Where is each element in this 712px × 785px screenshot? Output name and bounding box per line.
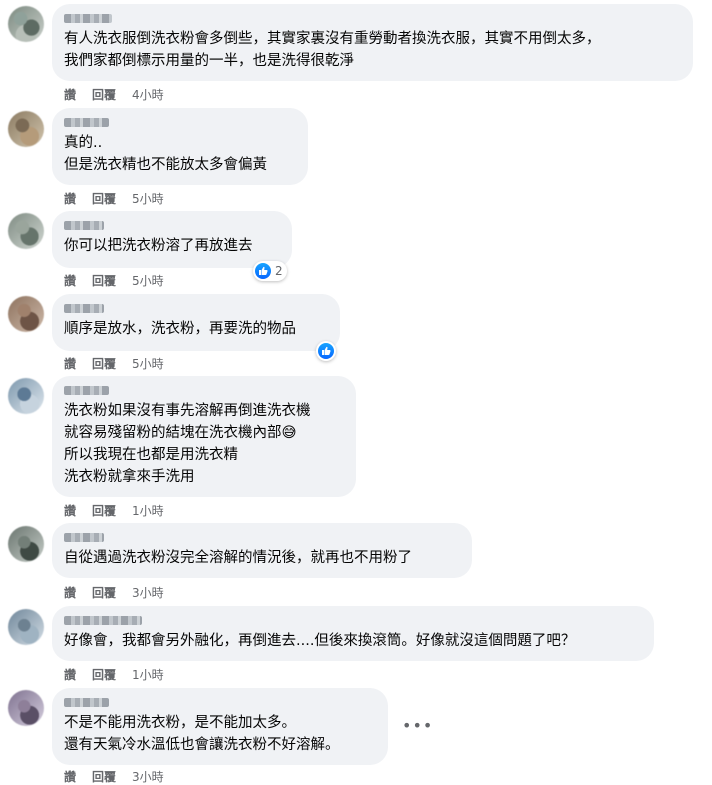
avatar[interactable] [8,296,44,332]
reply-button[interactable]: 回覆 [92,584,116,601]
comment-actions: 讚 回覆 1小時 [64,666,164,683]
timestamp[interactable]: 3小時 [132,768,164,785]
like-button[interactable]: 讚 [64,666,76,683]
comment-bubble: 順序是放水，洗衣粉，再要洗的物品 [52,294,340,351]
more-options-icon[interactable]: ••• [402,716,433,735]
avatar[interactable] [8,111,44,147]
timestamp[interactable]: 5小時 [132,272,164,289]
comment-actions: 讚 回覆 3小時 [64,584,164,601]
comment-text: 有人洗衣服倒洗衣粉會多倒些，其實家裏沒有重勞動者換洗衣服，其實不用倒太多， 我們… [64,31,601,69]
commenter-name-blurred[interactable] [64,698,109,707]
comment-text: 真的.. 但是洗衣精也不能放太多會偏黃 [64,135,267,173]
reaction-summary[interactable] [316,341,336,361]
reply-button[interactable]: 回覆 [92,190,116,207]
timestamp[interactable]: 1小時 [132,666,164,683]
comment-text: 自從遇過洗衣粉沒完全溶解的情況後，就再也不用粉了 [64,550,412,566]
timestamp[interactable]: 3小時 [132,584,164,601]
avatar[interactable] [8,690,44,726]
reaction-summary[interactable]: 2 [253,261,287,281]
reply-button[interactable]: 回覆 [92,86,116,103]
like-reaction-icon [318,343,334,359]
like-reaction-icon [255,263,271,279]
commenter-name-blurred[interactable] [64,221,104,230]
comment-text: 不是不能用洗衣粉，是不能加太多。 還有天氣冷水溫低也會讓洗衣粉不好溶解。 [64,715,340,753]
comment-bubble: 真的.. 但是洗衣精也不能放太多會偏黃 [52,108,308,185]
commenter-name-blurred[interactable] [64,533,104,542]
like-button[interactable]: 讚 [64,355,76,372]
timestamp[interactable]: 5小時 [132,190,164,207]
comment-actions: 讚 回覆 3小時 [64,768,164,785]
like-button[interactable]: 讚 [64,86,76,103]
comment-bubble: 洗衣粉如果沒有事先溶解再倒進洗衣機 就容易殘留粉的結塊在洗衣機內部😅 所以我現在… [52,376,356,497]
like-button[interactable]: 讚 [64,272,76,289]
comment-bubble: 不是不能用洗衣粉，是不能加太多。 還有天氣冷水溫低也會讓洗衣粉不好溶解。 [52,688,388,765]
commenter-name-blurred[interactable] [64,118,109,127]
comment-actions: 讚 回覆 5小時 [64,190,164,207]
comment-thread: 有人洗衣服倒洗衣粉會多倒些，其實家裏沒有重勞動者換洗衣服，其實不用倒太多， 我們… [0,0,712,785]
like-button[interactable]: 讚 [64,768,76,785]
like-button[interactable]: 讚 [64,502,76,519]
comment-actions: 讚 回覆 1小時 [64,502,164,519]
comment-text: 順序是放水，洗衣粉，再要洗的物品 [64,321,296,337]
reply-button[interactable]: 回覆 [92,666,116,683]
comment-text: 好像會，我都會另外融化，再倒進去....但後來換滾筒。好像就沒這個問題了吧？ [64,633,576,649]
reply-button[interactable]: 回覆 [92,355,116,372]
commenter-name-blurred[interactable] [64,386,109,395]
avatar[interactable] [8,213,44,249]
commenter-name-blurred[interactable] [64,616,142,625]
comment-actions: 讚 回覆 5小時 [64,355,164,372]
comment-bubble: 好像會，我都會另外融化，再倒進去....但後來換滾筒。好像就沒這個問題了吧？ [52,606,654,661]
timestamp[interactable]: 4小時 [132,86,164,103]
comment-text: 洗衣粉如果沒有事先溶解再倒進洗衣機 就容易殘留粉的結塊在洗衣機內部😅 所以我現在… [64,403,311,485]
reply-button[interactable]: 回覆 [92,768,116,785]
reply-button[interactable]: 回覆 [92,502,116,519]
avatar[interactable] [8,6,44,42]
comment-bubble: 你可以把洗衣粉溶了再放進去 [52,211,292,268]
like-button[interactable]: 讚 [64,190,76,207]
avatar[interactable] [8,526,44,562]
comment-bubble: 自從遇過洗衣粉沒完全溶解的情況後，就再也不用粉了 [52,523,472,578]
reaction-count: 2 [275,264,283,278]
comment-text: 你可以把洗衣粉溶了再放進去 [64,238,253,254]
timestamp[interactable]: 1小時 [132,502,164,519]
avatar[interactable] [8,378,44,414]
timestamp[interactable]: 5小時 [132,355,164,372]
reply-button[interactable]: 回覆 [92,272,116,289]
avatar[interactable] [8,609,44,645]
commenter-name-blurred[interactable] [64,304,104,313]
comment-bubble: 有人洗衣服倒洗衣粉會多倒些，其實家裏沒有重勞動者換洗衣服，其實不用倒太多， 我們… [52,4,693,81]
like-button[interactable]: 讚 [64,584,76,601]
comment-actions: 讚 回覆 5小時 [64,272,164,289]
commenter-name-blurred[interactable] [64,14,112,23]
comment-actions: 讚 回覆 4小時 [64,86,164,103]
